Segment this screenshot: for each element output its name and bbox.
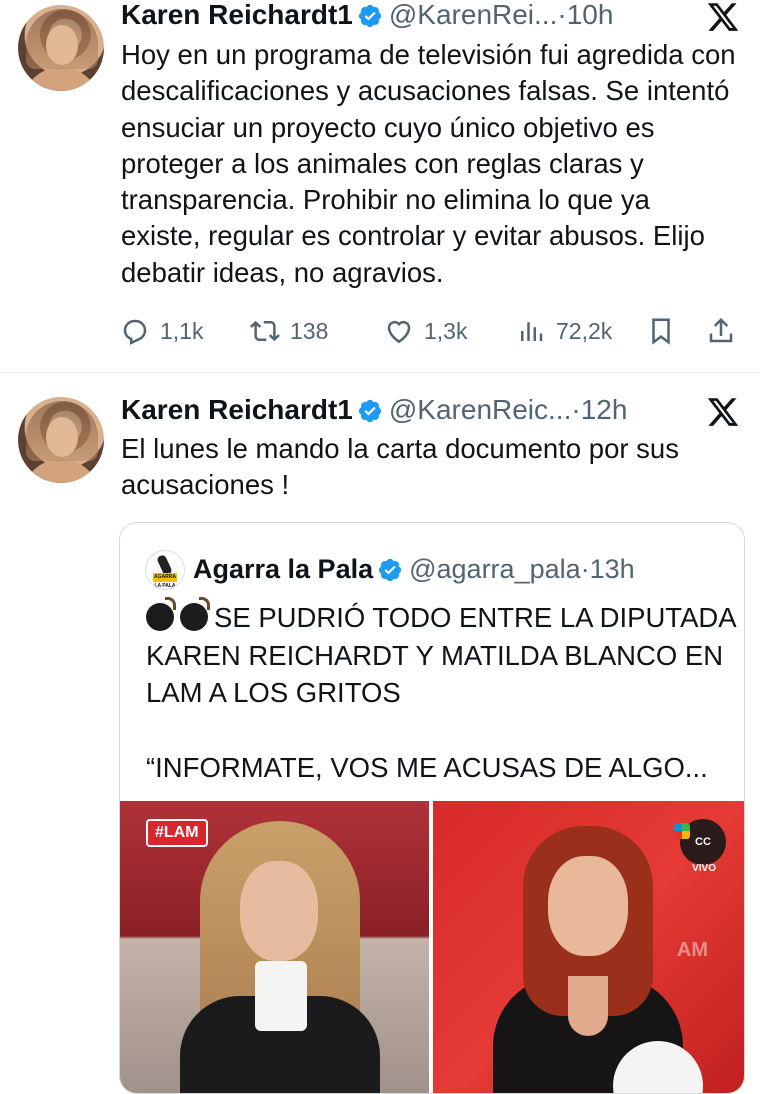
repost-icon — [250, 320, 280, 342]
like-button[interactable]: 1,3k — [384, 313, 467, 349]
timestamp[interactable]: 12h — [581, 394, 628, 425]
repost-count: 138 — [290, 317, 329, 344]
x-logo-icon — [706, 395, 740, 429]
tweet-1[interactable]: Karen Reichardt1 @KarenRei...·10h Hoy en … — [0, 0, 760, 372]
author-handle[interactable]: @KarenReic... — [389, 394, 572, 425]
verified-badge-icon — [377, 557, 403, 583]
views-button[interactable]: 72,2k — [516, 313, 612, 349]
separator-dot: · — [571, 394, 581, 425]
verified-badge-icon — [357, 398, 383, 424]
channel-logo: CC — [674, 819, 726, 865]
lam-hashtag-badge: #LAM — [146, 819, 208, 847]
tweet-header: Karen Reichardt1 @KarenRei...·10h — [121, 0, 613, 31]
media-left-panel: #LAM — [120, 801, 429, 1093]
quoted-tweet[interactable]: AGARRA LA PALA Agarra la Pala @agarra_pal… — [119, 522, 745, 1094]
like-count: 1,3k — [424, 317, 468, 344]
quoted-text: SE PUDRIÓ TODO ENTRE LA DIPUTADA KAREN R… — [146, 597, 736, 787]
heart-icon — [387, 320, 411, 344]
separator-dot: · — [557, 0, 567, 30]
bomb-emoji-icon — [180, 597, 210, 631]
timestamp[interactable]: 10h — [567, 0, 614, 30]
views-bar-chart-icon — [521, 322, 543, 341]
media-right-panel: AM CC VIVO — [433, 801, 744, 1093]
quoted-author-name[interactable]: Agarra la Pala — [193, 554, 373, 584]
share-icon — [709, 317, 733, 343]
author-name[interactable]: Karen Reichardt1 — [121, 0, 353, 30]
view-count: 72,2k — [556, 317, 613, 344]
woman-image — [180, 821, 380, 1093]
quoted-author-handle[interactable]: @agarra_pala — [409, 554, 581, 584]
avatar[interactable] — [18, 397, 104, 483]
avatar-badge: AGARRA LA PALA — [153, 573, 177, 589]
quoted-avatar[interactable]: AGARRA LA PALA — [145, 550, 185, 590]
quoted-media[interactable]: #LAM AM CC VIVO — [120, 801, 744, 1093]
reply-button[interactable]: 1,1k — [120, 313, 203, 349]
reply-count: 1,1k — [160, 317, 204, 344]
bomb-emoji-icon — [146, 597, 176, 631]
quoted-text-body: SE PUDRIÓ TODO ENTRE LA DIPUTADA KAREN R… — [146, 602, 736, 783]
avatar[interactable] — [18, 5, 104, 91]
repost-button[interactable]: 138 — [250, 313, 328, 349]
tweet-text: Hoy en un programa de televisión fui agr… — [121, 39, 736, 288]
verified-badge-icon — [357, 3, 383, 29]
bookmark-icon — [652, 318, 670, 345]
x-logo-icon — [706, 0, 740, 34]
bookmark-button[interactable] — [646, 313, 676, 349]
reply-icon — [123, 319, 147, 345]
share-button[interactable] — [706, 313, 736, 349]
live-label: VIVO — [692, 863, 716, 874]
author-handle[interactable]: @KarenRei... — [389, 0, 558, 30]
separator-dot: · — [580, 554, 590, 584]
tweet-text: El lunes le mando la carta documento por… — [121, 433, 679, 501]
quoted-timestamp[interactable]: 13h — [590, 554, 635, 584]
tweet-header: Karen Reichardt1 @KarenReic...·12h — [121, 394, 627, 426]
author-name[interactable]: Karen Reichardt1 — [121, 394, 353, 425]
tweet-actions: 1,1k 138 1,3k 72,2k — [120, 313, 740, 349]
quoted-header: Agarra la Pala @agarra_pala·13h — [193, 553, 635, 585]
